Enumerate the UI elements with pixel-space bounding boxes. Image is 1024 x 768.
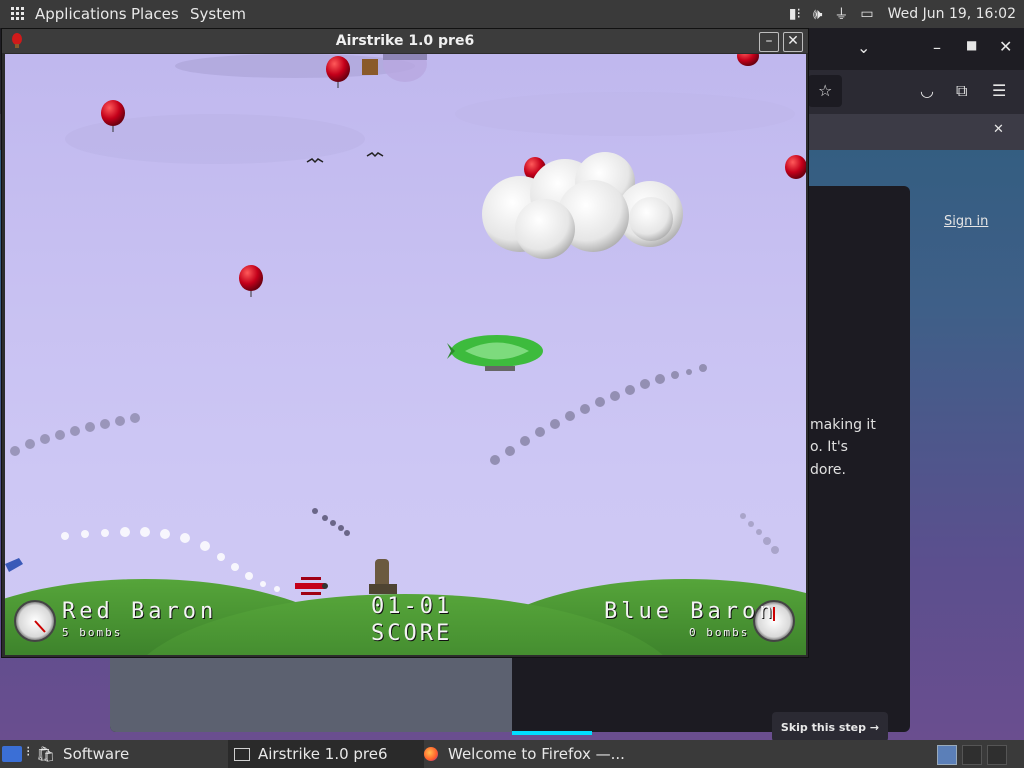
workspace-1[interactable]	[937, 745, 957, 765]
sky-haze	[175, 54, 415, 78]
cannon	[369, 559, 397, 594]
taskbar-firefox[interactable]: Welcome to Firefox —...	[424, 740, 625, 768]
red-baron-plane	[295, 577, 328, 595]
window-titlebar[interactable]: Airstrike 1.0 pre6	[2, 29, 808, 53]
smoke-trail	[10, 413, 140, 456]
maximize-icon[interactable]: ■	[966, 38, 977, 52]
skip-step-button[interactable]: Skip this step →	[772, 712, 888, 742]
bird	[366, 152, 384, 158]
taskbar-firefox-label: Welcome to Firefox —...	[448, 745, 625, 763]
airstrike-app-icon	[12, 33, 22, 48]
red-balloon	[239, 265, 263, 297]
show-desktop-icon[interactable]	[2, 746, 22, 762]
smoke-trail	[740, 513, 779, 554]
taskbar-software-label: Software	[63, 745, 130, 763]
system-menu[interactable]: System	[190, 5, 246, 23]
airship-gondola	[383, 54, 427, 60]
pocket-icon[interactable]: ◡	[920, 81, 934, 100]
smoke-trail	[490, 364, 707, 465]
workspace-2[interactable]	[962, 745, 982, 765]
clock[interactable]: Wed Jun 19, 16:02	[888, 6, 1016, 22]
bomb-trail	[312, 508, 350, 536]
score-label: SCORE	[371, 621, 453, 646]
places-menu[interactable]: Places	[131, 5, 179, 23]
welcome-text-line-1: making it	[810, 417, 876, 433]
window-title: Airstrike 1.0 pre6	[335, 33, 475, 49]
taskbar-airstrike-label: Airstrike 1.0 pre6	[258, 745, 388, 763]
notification-icon[interactable]: ⏚	[834, 4, 848, 24]
window-close-button[interactable]: ✕	[783, 32, 803, 52]
blue-baron-name: Blue Baron	[604, 599, 777, 624]
red-balloon	[326, 56, 350, 88]
welcome-text-line-3: dore.	[810, 462, 846, 478]
system-tray: ▮⁝ 🕪 ⏚ ▭ Wed Jun 19, 16:02	[789, 0, 1024, 28]
cloud	[482, 152, 683, 259]
blue-baron-bombs: 0 bombs	[689, 626, 750, 639]
onboarding-progress	[512, 731, 592, 735]
red-balloon	[737, 54, 759, 66]
airstrike-window: Airstrike 1.0 pre6 – ✕ Red Baron 5 bombs…	[1, 28, 809, 658]
red-baron-gauge	[14, 600, 56, 642]
red-baron-name: Red Baron	[62, 599, 218, 624]
applications-grid-icon[interactable]	[11, 7, 25, 21]
score-value: 01-01	[371, 594, 453, 619]
taskbar-software[interactable]: 🛍 Software	[36, 740, 129, 768]
taskbar-airstrike[interactable]: Airstrike 1.0 pre6	[228, 740, 424, 768]
sky-haze	[455, 92, 795, 136]
applications-menu[interactable]: Applications	[35, 5, 127, 23]
game-scene	[5, 54, 806, 655]
notification-close-icon[interactable]: ✕	[993, 122, 1004, 137]
game-canvas[interactable]: Red Baron 5 bombs 01-01 SCORE Blue Baron…	[5, 54, 806, 655]
separator-icon: ⁝	[26, 744, 31, 760]
menu-hamburger-icon[interactable]: ☰	[992, 81, 1006, 100]
blue-baron-plane	[5, 558, 23, 572]
bird	[306, 158, 324, 164]
zeppelin	[447, 335, 543, 371]
software-icon: 🛍	[36, 745, 56, 763]
window-minimize-button[interactable]: –	[759, 32, 779, 52]
welcome-text-line-2: o. It's	[810, 439, 848, 455]
volume-icon[interactable]: 🕪	[813, 5, 822, 23]
bookmark-star-icon[interactable]: ☆	[818, 81, 832, 100]
minimize-icon[interactable]: –	[933, 38, 941, 57]
red-baron-bombs: 5 bombs	[62, 626, 123, 639]
top-panel: Applications Places System ▮⁝ 🕪 ⏚ ▭ Wed …	[0, 0, 1024, 28]
red-balloon	[785, 155, 806, 179]
sign-in-link[interactable]: Sign in	[944, 214, 988, 229]
tab-list-chevron-icon[interactable]: ⌄	[857, 38, 870, 57]
network-icon[interactable]: ▭	[860, 6, 873, 22]
bottom-taskbar: ⁝ 🛍 Software Airstrike 1.0 pre6 Welcome …	[0, 740, 1024, 768]
window-icon	[234, 747, 250, 761]
accessibility-icon[interactable]: ▮⁝	[789, 6, 801, 22]
close-icon[interactable]: ✕	[999, 37, 1012, 56]
firefox-icon	[424, 747, 438, 761]
hot-air-balloon-basket	[362, 59, 378, 75]
workspace-3[interactable]	[987, 745, 1007, 765]
extensions-icon[interactable]: ⧉	[956, 81, 967, 101]
